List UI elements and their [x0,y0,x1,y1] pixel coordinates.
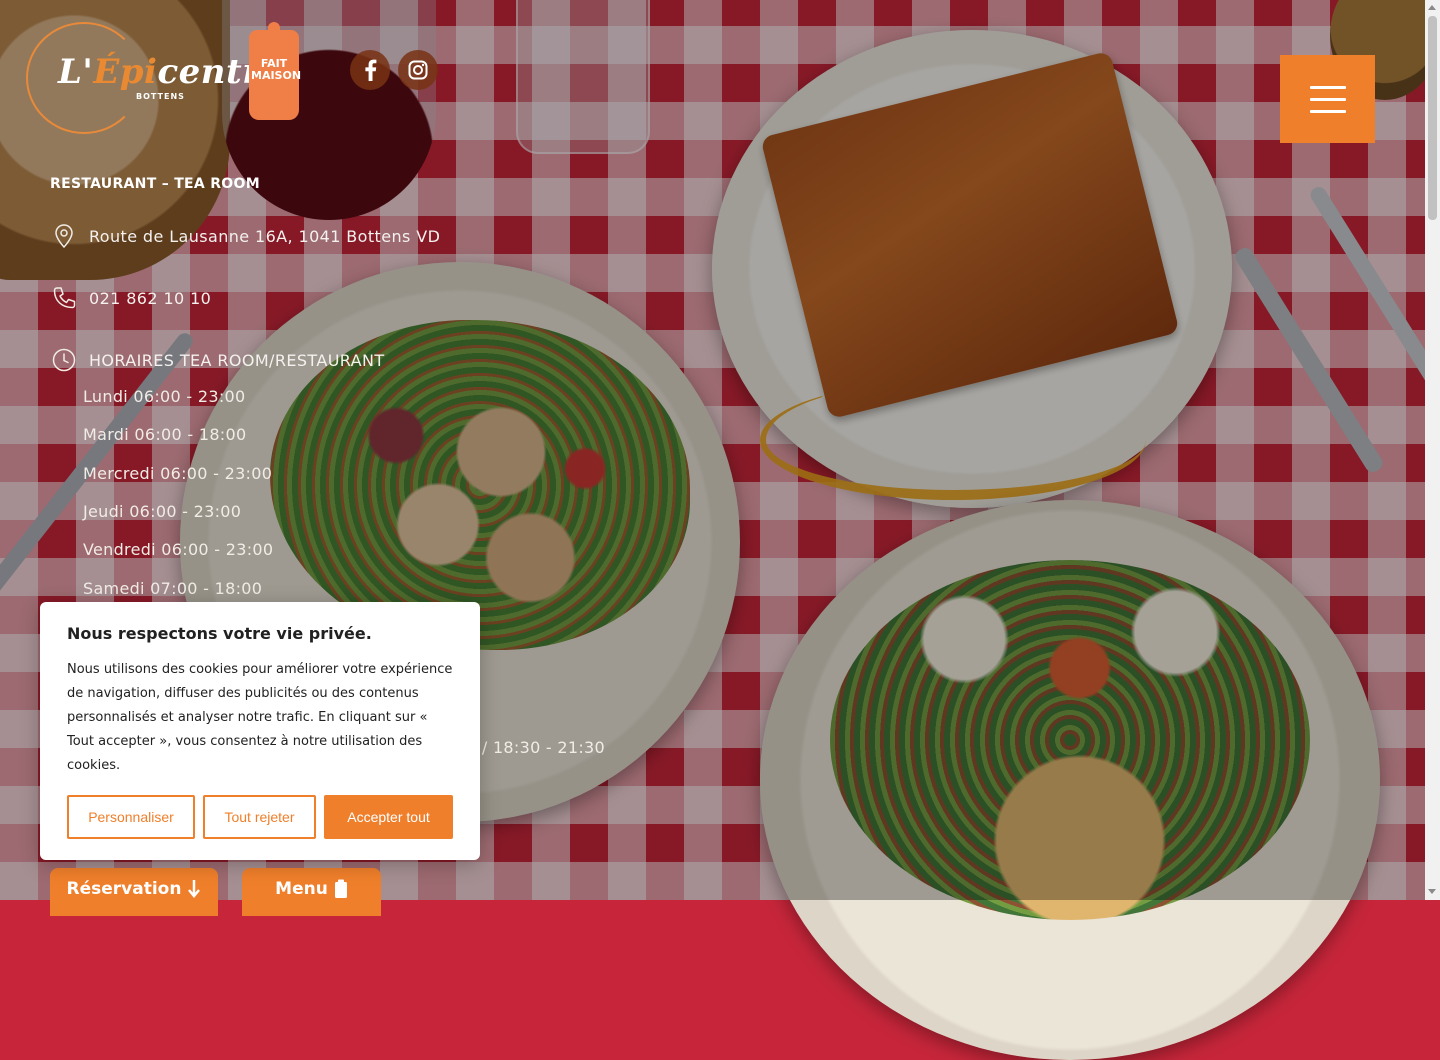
hours-line: Vendredi 06:00 - 23:00 [83,540,274,559]
reservation-label: Réservation [66,879,182,899]
scroll-up-arrow-icon[interactable] [1428,5,1436,10]
cookie-message: Nous utilisons des cookies pour améliore… [67,662,453,773]
scroll-down-arrow-icon[interactable] [1428,889,1436,894]
logo-subtitle: BOTTENS [136,92,185,101]
hours-line: Mercredi 06:00 - 23:00 [83,464,273,483]
hamburger-icon-line [1309,109,1346,113]
menu-button[interactable]: Menu [242,868,381,916]
hours-row: HORAIRES TEA ROOM/RESTAURANT [50,346,385,374]
page-scrollbar[interactable] [1425,0,1440,900]
clipboard-icon [334,879,347,898]
hamburger-icon-line [1309,85,1346,89]
hours-line: Lundi 06:00 - 23:00 [83,387,246,406]
clock-icon [52,348,76,372]
location-pin-icon [55,224,73,249]
reservation-button[interactable]: Réservation [50,868,218,916]
facebook-link[interactable] [350,50,390,90]
arrow-down-icon [188,880,201,898]
address-text[interactable]: Route de Lausanne 16A, 1041 Bottens VD [89,227,440,246]
cookie-reject-button[interactable]: Tout rejeter [203,795,316,839]
phone-icon [53,287,76,309]
phone-row: 021 862 10 10 [50,284,211,312]
logo-accent-text: Épi [93,52,158,92]
menu-toggle-button[interactable] [1280,55,1375,143]
cookie-customize-button[interactable]: Personnaliser [67,795,195,839]
address-row: Route de Lausanne 16A, 1041 Bottens VD [50,222,440,250]
hamburger-icon-line [1309,97,1346,101]
fait-maison-text: FAIT MAISON [251,57,302,82]
instagram-icon [408,60,428,80]
cookie-accept-button[interactable]: Accepter tout [324,795,453,839]
site-logo[interactable]: L'Épicentre BOTTENS [26,22,282,134]
scrollbar-thumb[interactable] [1428,16,1437,220]
phone-link[interactable]: 021 862 10 10 [89,289,211,308]
hours-line-partial: 0 / 18:30 - 21:30 [466,738,606,757]
fait-maison-badge: FAIT MAISON [249,22,302,120]
hours-line: Samedi 07:00 - 18:00 [83,579,263,598]
hours-line: Mardi 06:00 - 18:00 [83,425,247,444]
facebook-icon [365,59,377,81]
instagram-link[interactable] [398,50,438,90]
cookie-consent-banner: Nous respectons votre vie privée. Nous u… [40,602,480,860]
hours-line: Jeudi 06:00 - 23:00 [83,502,242,521]
menu-label: Menu [275,879,328,899]
hours-title: HORAIRES TEA ROOM/RESTAURANT [89,350,385,370]
cookie-title: Nous respectons votre vie privée. [67,624,372,643]
restaurant-tagline: RESTAURANT – TEA ROOM [50,176,260,192]
